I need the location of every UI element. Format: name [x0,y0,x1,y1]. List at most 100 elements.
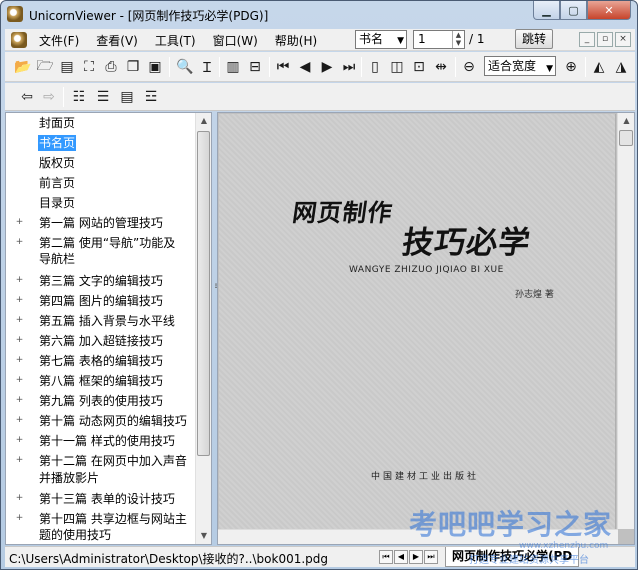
last-page-icon[interactable]: ⏭ [339,57,359,77]
capture-icon[interactable]: ⛶ [79,57,99,77]
zoom-select[interactable]: 适合宽度 ▼ [484,56,556,76]
jump-button[interactable]: 跳转 [515,29,553,49]
tree-node-label: 第十一篇 样式的使用技巧 [39,434,175,448]
menu-tools[interactable]: 工具(T) [147,32,205,49]
tab-prev-icon[interactable]: ◀ [394,550,408,564]
fit-width-icon[interactable]: ⇹ [431,57,451,77]
tree-page-icon[interactable]: ▤ [117,87,137,107]
copy-icon[interactable]: ❐ [123,57,143,77]
menu-window[interactable]: 窗口(W) [205,32,267,49]
open-folder-icon[interactable]: 🗁 [35,57,55,77]
tree-node-label: 第八篇 框架的编辑技巧 [39,374,163,388]
mdi-close-button[interactable]: × [615,32,631,47]
toolbar-separator [169,57,170,77]
document-viewer[interactable]: 网页制作 技巧必学 WANGYE ZHIZUO JIQIAO BI XUE 孙志… [217,112,635,545]
text-select-icon[interactable]: Ɪ [197,57,217,77]
zoom-in-icon[interactable]: ⊕ [561,57,581,77]
expand-plus-icon[interactable]: + [15,514,24,523]
forward-arrow-icon[interactable]: ⇨ [39,87,59,107]
book-title-line2: 技巧必学 [399,225,534,261]
save-icon[interactable]: ▣ [145,57,165,77]
book-title-pinyin: WANGYE ZHIZUO JIQIAO BI XUE [349,265,504,275]
tree-node-label: 第五篇 插入背景与水平线 [39,314,175,328]
sidebar-toggle-icon[interactable]: ▥ [223,57,243,77]
expand-plus-icon[interactable]: + [15,416,24,425]
tab-last-icon[interactable]: ⏭ [424,550,438,564]
expand-plus-icon[interactable]: + [15,218,24,227]
unicorn-app-icon[interactable] [7,6,23,22]
back-arrow-icon[interactable]: ⇦ [17,87,37,107]
toolbar-separator [63,87,64,107]
rotate-left-icon[interactable]: ◭ [589,57,609,77]
menu-help[interactable]: 帮助(H) [267,32,326,49]
menu-view[interactable]: 查看(V) [88,32,147,49]
toolbar-separator [455,57,456,77]
expand-plus-icon[interactable]: + [15,276,24,285]
expand-plus-icon[interactable]: + [15,436,24,445]
tree-node-label: 第一篇 网站的管理技巧 [39,216,163,230]
open-file-icon[interactable]: 📂 [13,57,33,77]
toolbar-separator [219,57,220,77]
scroll-down-icon[interactable]: ▼ [196,528,212,544]
fit-page-icon[interactable]: ⊡ [409,57,429,77]
tab-next-icon[interactable]: ▶ [409,550,423,564]
single-page-icon[interactable]: ▯ [365,57,385,77]
viewer-scrollbar[interactable]: ▲ [617,113,634,529]
sidebar-scrollbar[interactable]: ▲ ▼ [195,113,211,544]
mdi-restore-button[interactable]: ▫ [597,32,613,47]
tree-node-label: 第七篇 表格的编辑技巧 [39,354,163,368]
expand-plus-icon[interactable]: + [15,336,24,345]
window-controls: ▁ ▢ ✕ [533,1,631,20]
tree-node-label: 导航栏 [39,252,76,266]
book-publisher: 中国建材工业出版社 [371,472,480,482]
page-total: / 1 [469,32,485,46]
first-page-icon[interactable]: ⏮ [273,57,293,77]
document-tab[interactable]: 网页制作技巧必学(PD [445,547,580,567]
expand-plus-icon[interactable]: + [15,296,24,305]
zoom-out-icon[interactable]: ⊖ [459,57,479,77]
print-icon[interactable]: ⎙ [101,57,121,77]
two-page-icon[interactable]: ◫ [387,57,407,77]
status-bar: C:\Users\Administrator\Desktop\接收的?..\bo… [5,546,635,567]
mdi-minimize-button[interactable]: _ [579,32,595,47]
tree-node-label: 第九篇 列表的使用技巧 [39,394,163,408]
file-path: C:\Users\Administrator\Desktop\接收的?..\bo… [9,552,329,566]
next-page-icon[interactable]: ▶ [317,57,337,77]
tree-list-icon[interactable]: ☰ [93,87,113,107]
maximize-button[interactable]: ▢ [560,1,587,20]
tab-first-icon[interactable]: ⏮ [379,550,393,564]
viewer-hscrollbar[interactable] [218,529,618,544]
tree-node-label: 并播放影片 [39,471,100,485]
document-icon[interactable]: ▤ [57,57,77,77]
scrollbar-thumb[interactable] [197,131,210,456]
bookmark-icon[interactable]: ⊟ [245,57,265,77]
scroll-up-icon[interactable]: ▲ [618,113,635,129]
mdi-controls: _ ▫ × [579,32,631,47]
expand-plus-icon[interactable]: + [15,376,24,385]
scroll-up-icon[interactable]: ▲ [196,113,212,129]
menu-bar: 文件(F) 查看(V) 工具(T) 窗口(W) 帮助(H) 书名 ▼ 1 ▲ ▼ … [5,29,635,51]
zoom-icon[interactable]: 🔍 [175,57,195,77]
minimize-button[interactable]: ▁ [533,1,560,20]
spinner-icon[interactable]: ▲ ▼ [452,31,464,48]
document-system-icon[interactable] [11,32,27,48]
expand-plus-icon[interactable]: + [15,396,24,405]
expand-plus-icon[interactable]: + [15,316,24,325]
menu-file[interactable]: 文件(F) [31,32,88,49]
page-type-select[interactable]: 书名 ▼ [355,30,407,49]
close-button[interactable]: ✕ [587,1,631,20]
tree-collapse-icon[interactable]: ☲ [141,87,161,107]
tree-expand-icon[interactable]: ☷ [69,87,89,107]
expand-plus-icon[interactable]: + [15,494,24,503]
page-number-value: 1 [418,32,426,46]
page-number-input[interactable]: 1 ▲ ▼ [413,30,465,49]
expand-plus-icon[interactable]: + [15,238,24,247]
expand-plus-icon[interactable]: + [15,356,24,365]
bookmark-toolbar: ⇦ ⇨ ☷ ☰ ▤ ☲ [5,83,635,111]
rotate-right-icon[interactable]: ◮ [611,57,631,77]
bookmark-sidebar: 封面页 书名页 版权页 前言页 目录页 + 第一篇 网站的管理技巧 + 第二篇 使用… [5,112,212,545]
scrollbar-thumb[interactable] [619,130,633,146]
expand-plus-icon[interactable]: + [15,456,24,465]
page-type-value: 书名 [359,32,384,46]
previous-page-icon[interactable]: ◀ [295,57,315,77]
